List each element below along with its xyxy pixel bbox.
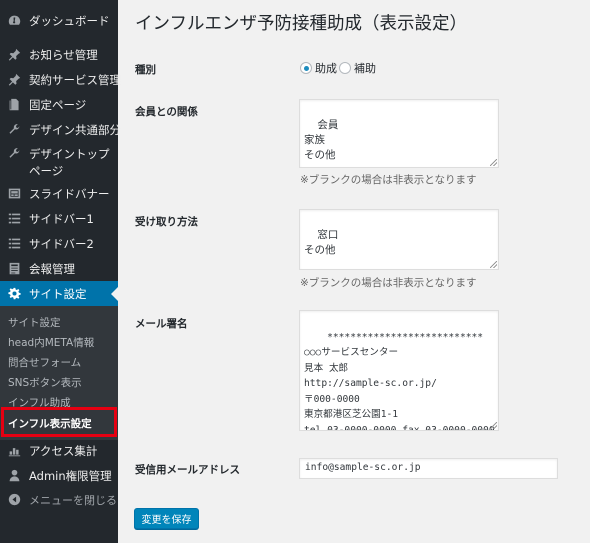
gear-icon bbox=[7, 287, 21, 301]
email-input[interactable]: info@sample-sc.or.jp bbox=[299, 458, 558, 479]
email-label: 受信用メールアドレス bbox=[135, 464, 240, 476]
chart-icon bbox=[7, 444, 21, 458]
sidebar-item-label: デザイントップページ bbox=[29, 147, 110, 178]
sidebar-item-site-settings[interactable]: サイト設定 bbox=[0, 281, 118, 306]
sidebar-item-design-top[interactable]: デザイントップページ bbox=[0, 142, 118, 182]
submenu-item-sns-buttons[interactable]: SNSボタン表示 bbox=[8, 375, 82, 390]
sidebar-item-dashboard[interactable]: ダッシュボード bbox=[0, 8, 118, 33]
submenu-item-contact-form[interactable]: 問合せフォーム bbox=[8, 355, 81, 370]
list-icon bbox=[7, 237, 21, 251]
sidebar-item-label: アクセス集計 bbox=[29, 443, 98, 458]
resize-handle[interactable] bbox=[490, 159, 497, 166]
radio-subsidy[interactable] bbox=[300, 62, 312, 74]
receive-hint: ※ブランクの場合は非表示となります bbox=[300, 277, 477, 289]
sidebar-item-label: ダッシュボード bbox=[29, 13, 110, 28]
sidebar-item-sidebar1[interactable]: サイドバー1 bbox=[0, 206, 118, 231]
document-icon bbox=[7, 262, 21, 276]
sidebar-item-services[interactable]: 契約サービス管理 bbox=[0, 67, 121, 92]
sidebar-item-label: 会報管理 bbox=[29, 261, 75, 276]
wrench-icon bbox=[7, 146, 21, 160]
slides-icon bbox=[7, 187, 21, 201]
sidebar-item-label: 固定ページ bbox=[29, 97, 87, 112]
list-icon bbox=[7, 212, 21, 226]
active-indicator bbox=[111, 287, 118, 301]
main-content: インフルエンザ予防接種助成（表示設定） 種別 助成 補助 会員との関係 会員 家… bbox=[118, 0, 590, 543]
sidebar-item-label: デザイン共通部分 bbox=[29, 122, 121, 137]
dashboard-icon bbox=[7, 14, 21, 28]
pin-icon bbox=[7, 48, 21, 62]
sidebar-item-bulletin[interactable]: 会報管理 bbox=[0, 256, 118, 281]
pin-icon bbox=[7, 73, 21, 87]
submenu-item-head-meta[interactable]: head内META情報 bbox=[8, 335, 94, 350]
highlight-annotation-box bbox=[1, 407, 117, 437]
relation-label: 会員との関係 bbox=[135, 106, 198, 118]
sidebar-item-label: サイドバー1 bbox=[29, 211, 94, 226]
page-icon bbox=[7, 98, 21, 112]
radio-assistance[interactable] bbox=[339, 62, 351, 74]
wrench-icon bbox=[7, 123, 21, 137]
relation-hint: ※ブランクの場合は非表示となります bbox=[300, 174, 477, 186]
receive-label: 受け取り方法 bbox=[135, 216, 198, 228]
sidebar-item-label: サイト設定 bbox=[29, 286, 87, 301]
sidebar-item-news[interactable]: お知らせ管理 bbox=[0, 42, 118, 67]
resize-handle[interactable] bbox=[490, 261, 497, 268]
sidebar-item-label: サイドバー2 bbox=[29, 236, 94, 251]
signature-textarea[interactable]: *************************** ○○○サービスセンター … bbox=[299, 310, 499, 431]
signature-value: *************************** ○○○サービスセンター … bbox=[304, 331, 495, 431]
sidebar-item-slide-banner[interactable]: スライドバナー bbox=[0, 181, 118, 206]
receive-textarea[interactable]: 窓口 その他 bbox=[299, 209, 499, 270]
collapse-menu-button[interactable]: メニューを閉じる bbox=[0, 487, 118, 512]
submenu-item-site-settings[interactable]: サイト設定 bbox=[8, 315, 61, 330]
resize-handle[interactable] bbox=[490, 422, 497, 429]
sidebar-item-design-common[interactable]: デザイン共通部分 bbox=[0, 117, 121, 142]
admin-sidebar: ダッシュボード お知らせ管理 契約サービス管理 固定ページ デザイン共通部分 デ… bbox=[0, 0, 121, 543]
sidebar-item-label: Admin権限管理 bbox=[29, 468, 112, 483]
sidebar-item-label: スライドバナー bbox=[29, 186, 110, 201]
email-value: info@sample-sc.or.jp bbox=[305, 462, 421, 473]
type-label: 種別 bbox=[135, 64, 156, 76]
type-radio-group: 助成 補助 bbox=[300, 60, 378, 76]
relation-value: 会員 家族 その他 bbox=[304, 119, 339, 161]
sidebar-item-sidebar2[interactable]: サイドバー2 bbox=[0, 231, 118, 256]
page-title: インフルエンザ予防接種助成（表示設定） bbox=[135, 14, 467, 34]
relation-textarea[interactable]: 会員 家族 その他 bbox=[299, 99, 499, 168]
collapse-icon bbox=[7, 493, 21, 507]
sidebar-item-label: お知らせ管理 bbox=[29, 47, 98, 62]
save-button[interactable]: 変更を保存 bbox=[134, 508, 199, 529]
sidebar-item-pages[interactable]: 固定ページ bbox=[0, 92, 118, 117]
signature-label: メール署名 bbox=[135, 318, 188, 330]
radio-subsidy-label[interactable]: 助成 bbox=[315, 60, 337, 76]
user-icon bbox=[7, 469, 21, 483]
sidebar-item-admin-permissions[interactable]: Admin権限管理 bbox=[0, 463, 118, 488]
radio-assistance-label[interactable]: 補助 bbox=[354, 60, 376, 76]
sidebar-item-label: 契約サービス管理 bbox=[29, 72, 121, 87]
sidebar-item-analytics[interactable]: アクセス集計 bbox=[0, 438, 118, 463]
sidebar-item-label: メニューを閉じる bbox=[29, 493, 117, 507]
receive-value: 窓口 その他 bbox=[304, 229, 339, 256]
